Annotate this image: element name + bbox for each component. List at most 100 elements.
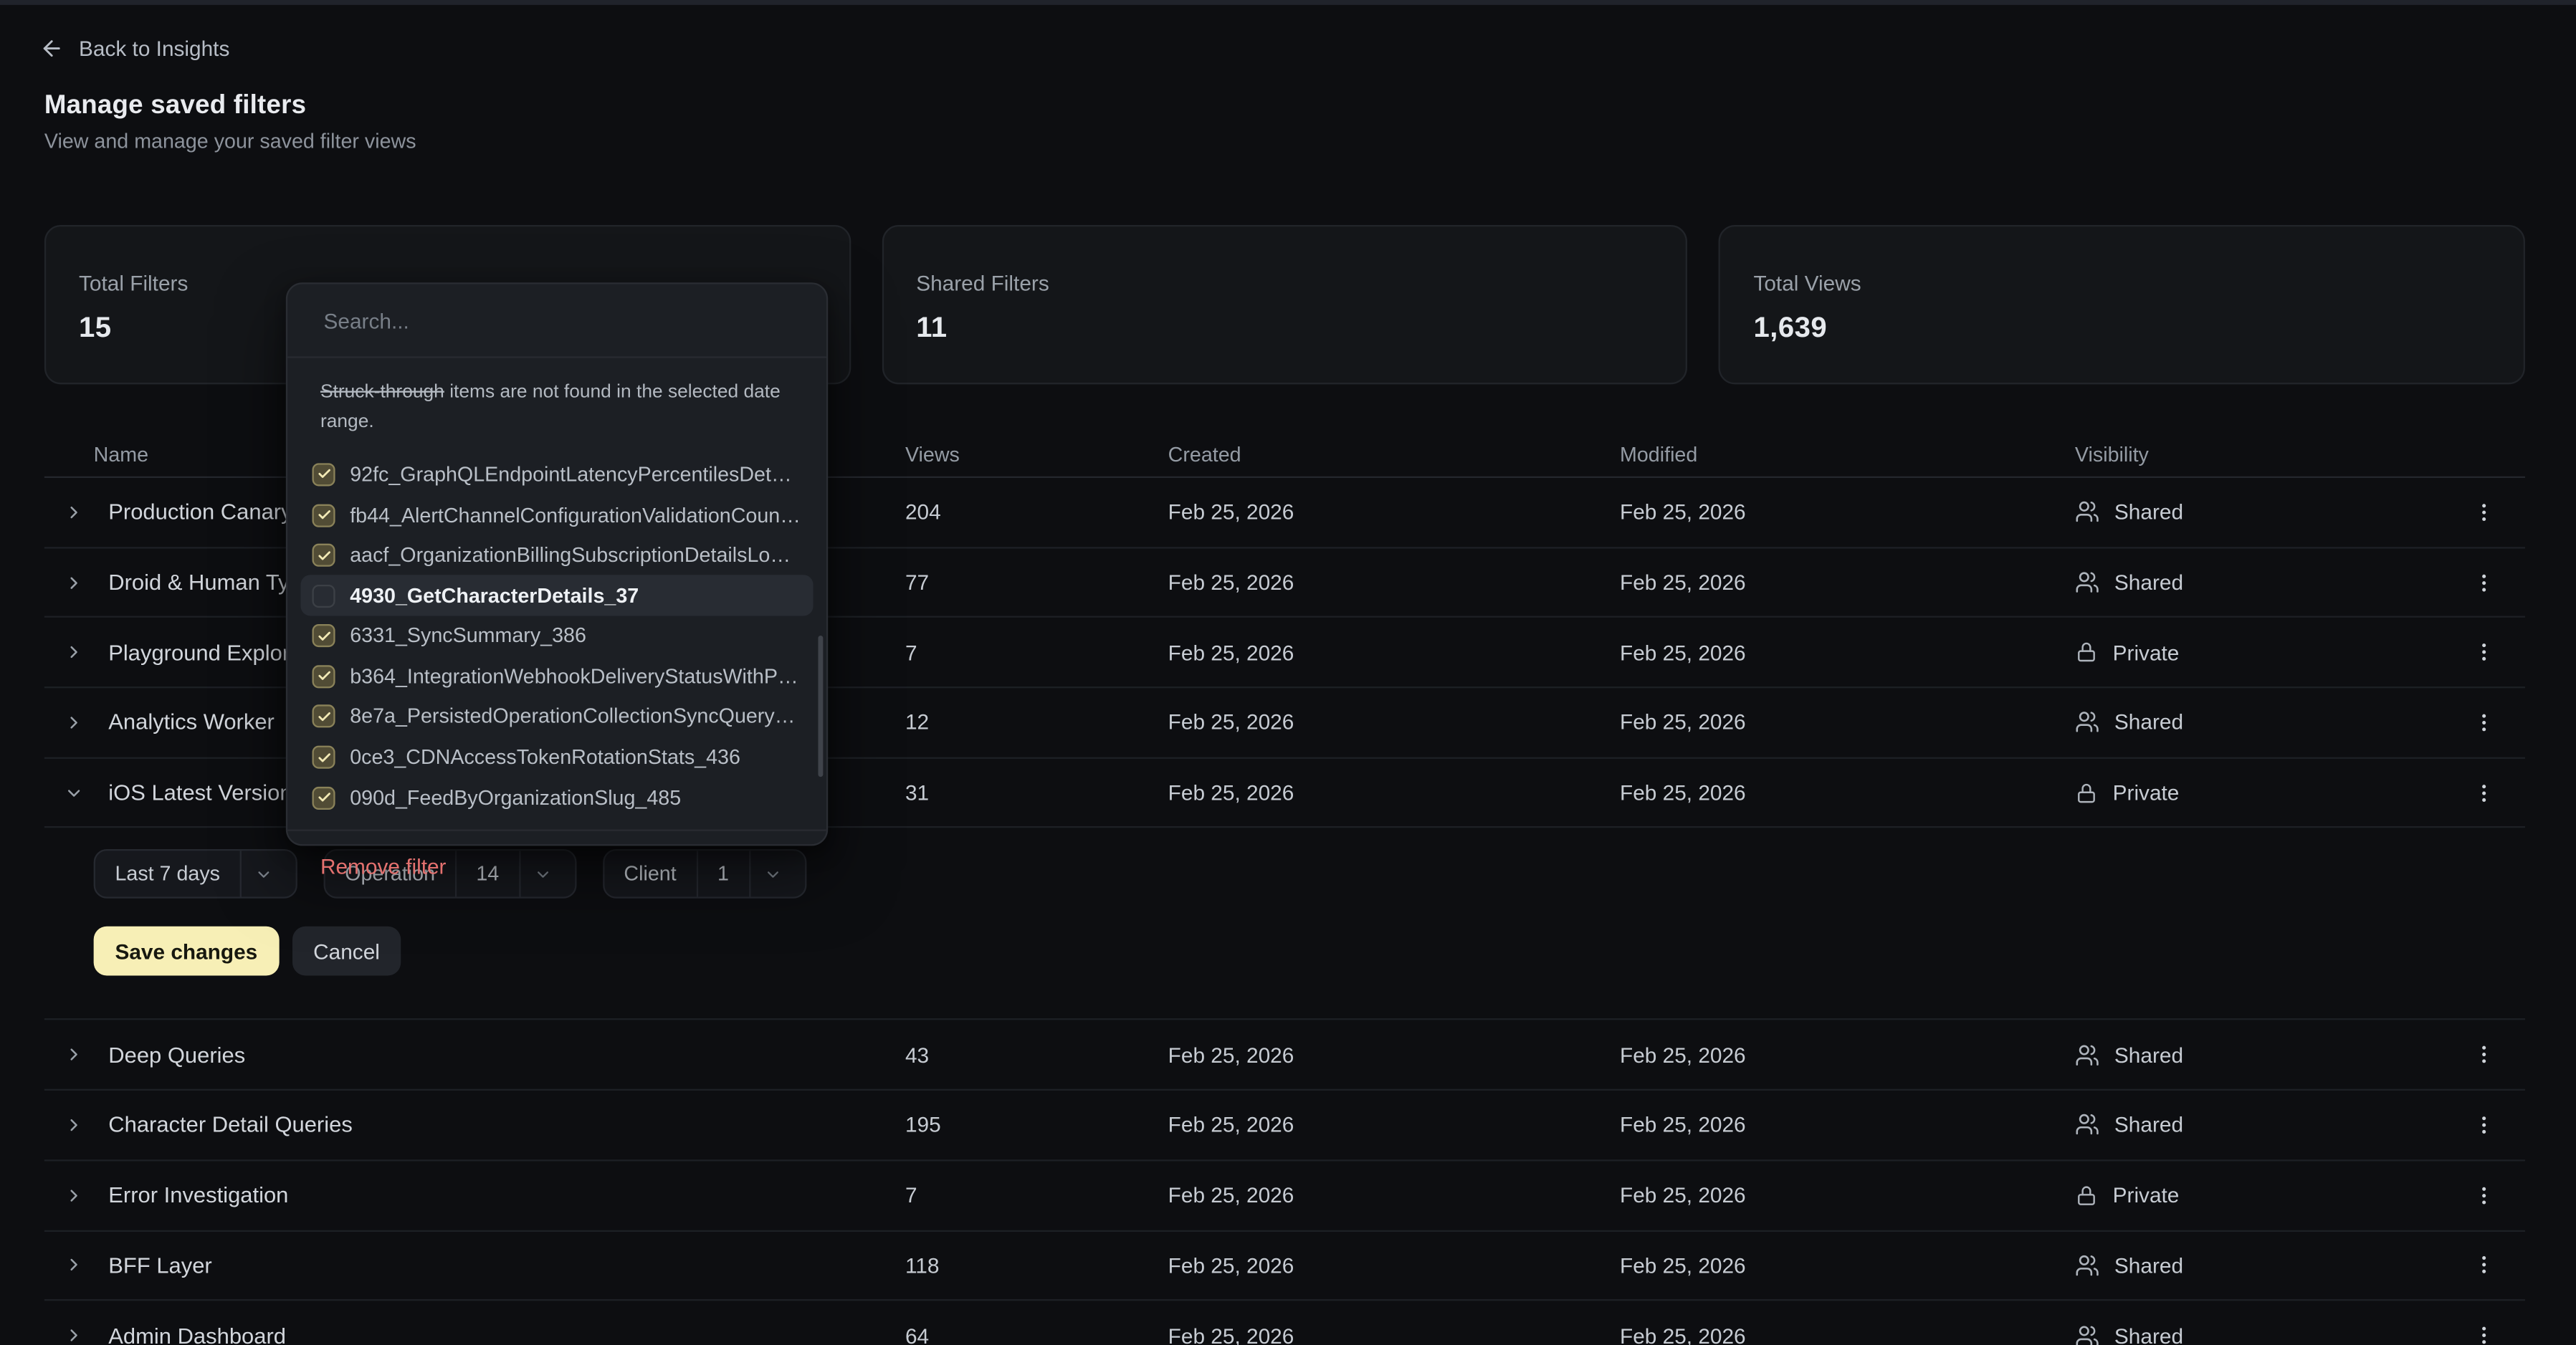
chip-label: Last 7 days bbox=[95, 863, 240, 886]
chevron-down-icon[interactable] bbox=[59, 778, 89, 808]
table-row[interactable]: Admin Dashboard 64 Feb 25, 2026 Feb 25, … bbox=[44, 1301, 2525, 1345]
filter-item-label: 6331_SyncSummary_386 bbox=[350, 625, 586, 648]
row-name: iOS Latest Versions bbox=[108, 780, 303, 805]
page-title: Manage saved filters bbox=[44, 92, 306, 121]
table-row[interactable]: Deep Queries 43 Feb 25, 2026 Feb 25, 202… bbox=[44, 1020, 2525, 1091]
filter-item-row[interactable]: 6331_SyncSummary_386 bbox=[300, 616, 813, 656]
visibility-label: Shared bbox=[2114, 1043, 2183, 1067]
checkbox-icon[interactable] bbox=[312, 705, 335, 728]
column-header-views: Views bbox=[905, 443, 1168, 466]
remove-filter-button[interactable]: Remove filter bbox=[320, 854, 447, 879]
filter-item-row[interactable]: b364_IntegrationWebhookDeliveryStatusWit… bbox=[300, 656, 813, 697]
row-visibility: Shared bbox=[2075, 1043, 2453, 1067]
row-created: Feb 25, 2026 bbox=[1168, 1253, 1620, 1278]
chevron-right-icon[interactable] bbox=[59, 1250, 89, 1280]
checkbox-icon[interactable] bbox=[312, 463, 335, 486]
row-views: 12 bbox=[905, 710, 1168, 734]
filter-item-row[interactable]: 090d_FeedByOrganizationSlug_485 bbox=[300, 777, 813, 818]
kebab-menu-icon[interactable] bbox=[2464, 773, 2504, 813]
visibility-label: Shared bbox=[2114, 1253, 2183, 1278]
checkbox-icon[interactable] bbox=[312, 625, 335, 648]
checkbox-icon[interactable] bbox=[312, 584, 335, 607]
chevron-right-icon[interactable] bbox=[59, 497, 89, 527]
kebab-menu-icon[interactable] bbox=[2464, 703, 2504, 742]
stat-label: Shared Filters bbox=[916, 271, 1653, 295]
page-subtitle: View and manage your saved filter views bbox=[44, 130, 416, 153]
column-header-created: Created bbox=[1168, 443, 1620, 466]
row-menu-cell bbox=[2453, 1245, 2525, 1285]
filter-item-label: 8e7a_PersistedOperationCollectionSyncQue… bbox=[350, 705, 801, 728]
row-menu-cell bbox=[2453, 1175, 2525, 1215]
search-input[interactable] bbox=[320, 306, 793, 334]
checkbox-icon[interactable] bbox=[312, 746, 335, 769]
popover-search-section bbox=[287, 284, 826, 358]
people-icon bbox=[2075, 1323, 2099, 1345]
visibility-label: Shared bbox=[2114, 1323, 2183, 1345]
row-created: Feb 25, 2026 bbox=[1168, 570, 1620, 594]
row-modified: Feb 25, 2026 bbox=[1620, 780, 2075, 805]
checkbox-icon[interactable] bbox=[312, 544, 335, 567]
row-views: 7 bbox=[905, 1183, 1168, 1207]
stat-label: Total Views bbox=[1753, 271, 2490, 295]
filter-item-label: b364_IntegrationWebhookDeliveryStatusWit… bbox=[350, 665, 801, 688]
visibility-label: Shared bbox=[2114, 500, 2183, 525]
row-modified: Feb 25, 2026 bbox=[1620, 710, 2075, 734]
kebab-menu-icon[interactable] bbox=[2464, 1175, 2504, 1215]
checkbox-icon[interactable] bbox=[312, 504, 335, 527]
save-changes-button[interactable]: Save changes bbox=[94, 927, 279, 977]
chevron-right-icon[interactable] bbox=[59, 1180, 89, 1210]
chevron-right-icon[interactable] bbox=[59, 1321, 89, 1345]
row-created: Feb 25, 2026 bbox=[1168, 1183, 1620, 1207]
back-to-insights-link[interactable]: Back to Insights bbox=[39, 36, 229, 60]
visibility-label: Private bbox=[2113, 1183, 2180, 1207]
filter-item-row[interactable]: fb44_AlertChannelConfigurationValidation… bbox=[300, 494, 813, 535]
kebab-menu-icon[interactable] bbox=[2464, 1035, 2504, 1075]
stat-value: 1,639 bbox=[1753, 310, 2490, 345]
people-icon bbox=[2075, 500, 2099, 525]
chevron-right-icon[interactable] bbox=[59, 1040, 89, 1070]
column-header-visibility: Visibility bbox=[2075, 443, 2453, 466]
filter-item-row[interactable]: 92fc_GraphQLEndpointLatencyPercentilesDe… bbox=[300, 454, 813, 494]
row-views: 7 bbox=[905, 640, 1168, 664]
row-modified: Feb 25, 2026 bbox=[1620, 1183, 2075, 1207]
people-icon bbox=[2075, 710, 2099, 734]
kebab-menu-icon[interactable] bbox=[2464, 1316, 2504, 1345]
visibility-label: Shared bbox=[2114, 1113, 2183, 1137]
popover-scrollbar[interactable] bbox=[818, 636, 823, 777]
row-menu-cell bbox=[2453, 1106, 2525, 1145]
people-icon bbox=[2075, 1253, 2099, 1278]
kebab-menu-icon[interactable] bbox=[2464, 1106, 2504, 1145]
row-name: Admin Dashboard bbox=[108, 1323, 286, 1345]
chevron-right-icon[interactable] bbox=[59, 708, 89, 737]
row-name-cell: Error Investigation bbox=[44, 1180, 905, 1210]
row-name: Playground Explorat bbox=[108, 640, 308, 664]
filter-item-row[interactable]: 8e7a_PersistedOperationCollectionSyncQue… bbox=[300, 697, 813, 737]
cancel-button[interactable]: Cancel bbox=[292, 927, 401, 977]
row-views: 43 bbox=[905, 1043, 1168, 1067]
table-row[interactable]: BFF Layer 118 Feb 25, 2026 Feb 25, 2026 … bbox=[44, 1231, 2525, 1301]
row-menu-cell bbox=[2453, 1316, 2525, 1345]
people-icon bbox=[2075, 1113, 2099, 1137]
manage-saved-filters-page: Back to Insights Manage saved filters Vi… bbox=[0, 0, 2576, 1345]
filter-chip[interactable]: Last 7 days bbox=[94, 850, 297, 899]
kebab-menu-icon[interactable] bbox=[2464, 492, 2504, 532]
row-views: 77 bbox=[905, 570, 1168, 594]
row-name: Droid & Human Type bbox=[108, 570, 314, 594]
chevron-right-icon[interactable] bbox=[59, 638, 89, 667]
row-name: Character Detail Queries bbox=[108, 1113, 353, 1137]
kebab-menu-icon[interactable] bbox=[2464, 1245, 2504, 1285]
chevron-right-icon[interactable] bbox=[59, 1110, 89, 1139]
kebab-menu-icon[interactable] bbox=[2464, 563, 2504, 602]
filter-item-row[interactable]: aacf_OrganizationBillingSubscriptionDeta… bbox=[300, 535, 813, 575]
table-row[interactable]: Error Investigation 7 Feb 25, 2026 Feb 2… bbox=[44, 1161, 2525, 1231]
people-icon bbox=[2075, 1043, 2099, 1067]
table-row[interactable]: Character Detail Queries 195 Feb 25, 202… bbox=[44, 1091, 2525, 1161]
filter-item-row[interactable]: 0ce3_CDNAccessTokenRotationStats_436 bbox=[300, 737, 813, 777]
checkbox-icon[interactable] bbox=[312, 786, 335, 809]
kebab-menu-icon[interactable] bbox=[2464, 633, 2504, 672]
chevron-right-icon[interactable] bbox=[59, 568, 89, 597]
row-visibility: Shared bbox=[2075, 570, 2453, 594]
row-menu-cell bbox=[2453, 773, 2525, 813]
filter-item-row[interactable]: 4930_GetCharacterDetails_37 bbox=[300, 575, 813, 616]
checkbox-icon[interactable] bbox=[312, 665, 335, 688]
